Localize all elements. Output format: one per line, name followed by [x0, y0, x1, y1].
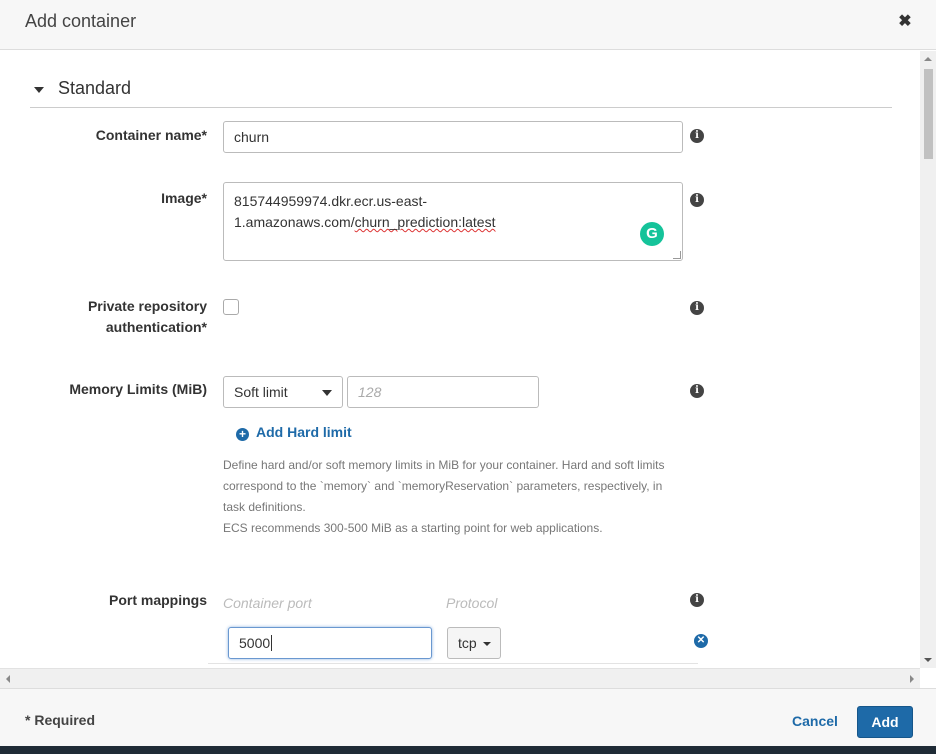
- row-divider: [208, 663, 698, 664]
- container-name-label: Container name*: [95, 127, 207, 143]
- text-cursor: [271, 635, 273, 651]
- resize-grip-icon[interactable]: [673, 251, 681, 259]
- caret-down-icon: [34, 87, 44, 93]
- required-note: * Required: [25, 712, 96, 728]
- modal-body: Standard Container name* churn i Image* …: [0, 51, 920, 668]
- memory-help-text: Define hard and/or soft memory limits in…: [223, 455, 683, 539]
- protocol-dropdown[interactable]: tcp: [447, 627, 501, 659]
- section-title: Standard: [58, 78, 132, 98]
- container-name-input[interactable]: churn: [223, 121, 683, 153]
- add-hard-limit-label: Add Hard limit: [256, 424, 352, 440]
- cancel-button[interactable]: Cancel: [792, 713, 838, 729]
- grammarly-icon[interactable]: G: [640, 222, 664, 246]
- section-header-standard[interactable]: Standard: [30, 77, 892, 108]
- plus-circle-icon: +: [236, 428, 249, 441]
- info-icon[interactable]: i: [690, 301, 704, 315]
- memory-value-input[interactable]: 128: [347, 376, 539, 408]
- memory-value-placeholder: 128: [358, 384, 382, 400]
- modal-header: Add container ✖: [0, 0, 936, 50]
- scroll-left-icon[interactable]: [6, 675, 10, 683]
- info-icon[interactable]: i: [690, 193, 704, 207]
- info-icon[interactable]: i: [690, 593, 704, 607]
- private-repo-label-line1: Private repository: [87, 298, 207, 314]
- add-hard-limit-link[interactable]: + Add Hard limit: [236, 424, 352, 441]
- memory-help-line: task definitions.: [223, 500, 306, 514]
- memory-limit-type-value: Soft limit: [234, 384, 288, 400]
- memory-limit-type-select[interactable]: Soft limit: [223, 376, 343, 408]
- image-value-line2: 1.amazonaws.com/churn_prediction:latest: [234, 212, 672, 233]
- add-button[interactable]: Add: [857, 706, 913, 738]
- image-value-line1: 815744959974.dkr.ecr.us-east-: [234, 193, 428, 209]
- taskbar: [0, 746, 936, 754]
- modal-footer: * Required Cancel Add: [0, 688, 936, 746]
- horizontal-scrollbar[interactable]: [0, 668, 920, 688]
- memory-help-line: Define hard and/or soft memory limits in…: [223, 458, 665, 472]
- image-label: Image*: [161, 190, 207, 206]
- vertical-scrollbar[interactable]: [920, 51, 936, 668]
- private-repo-label: Private repository authentication*: [88, 296, 207, 338]
- info-icon[interactable]: i: [690, 129, 704, 143]
- scroll-right-icon[interactable]: [910, 675, 914, 683]
- vertical-scroll-thumb[interactable]: [924, 69, 933, 159]
- container-port-input[interactable]: 5000: [228, 627, 432, 659]
- container-port-column-header: Container port: [223, 595, 312, 611]
- private-repo-checkbox[interactable]: [223, 299, 239, 315]
- image-value-suffix: churn_prediction:latest: [354, 214, 496, 230]
- scroll-down-icon[interactable]: [924, 658, 932, 662]
- modal-title: Add container: [25, 11, 137, 31]
- memory-help-line: ECS recommends 300-500 MiB as a starting…: [223, 521, 603, 535]
- info-icon[interactable]: i: [690, 384, 704, 398]
- container-port-value: 5000: [239, 635, 271, 651]
- port-mappings-label: Port mappings: [108, 592, 207, 608]
- close-icon[interactable]: ✖: [896, 13, 914, 31]
- protocol-column-header: Protocol: [446, 595, 498, 611]
- image-textarea[interactable]: 815744959974.dkr.ecr.us-east- 1.amazonaw…: [223, 182, 683, 261]
- image-value-prefix: 1.amazonaws.com/: [234, 214, 355, 230]
- add-container-modal: Add container ✖ Standard Container name*…: [0, 0, 936, 754]
- remove-circle-icon[interactable]: ✕: [694, 634, 708, 648]
- protocol-value: tcp: [458, 635, 477, 651]
- caret-down-icon: [322, 390, 332, 396]
- scroll-up-icon[interactable]: [924, 57, 932, 61]
- private-repo-label-line2: authentication*: [105, 319, 207, 335]
- caret-down-icon: [483, 642, 491, 646]
- memory-limits-label: Memory Limits (MiB): [69, 381, 207, 397]
- memory-help-line: correspond to the `memory` and `memoryRe…: [223, 479, 663, 493]
